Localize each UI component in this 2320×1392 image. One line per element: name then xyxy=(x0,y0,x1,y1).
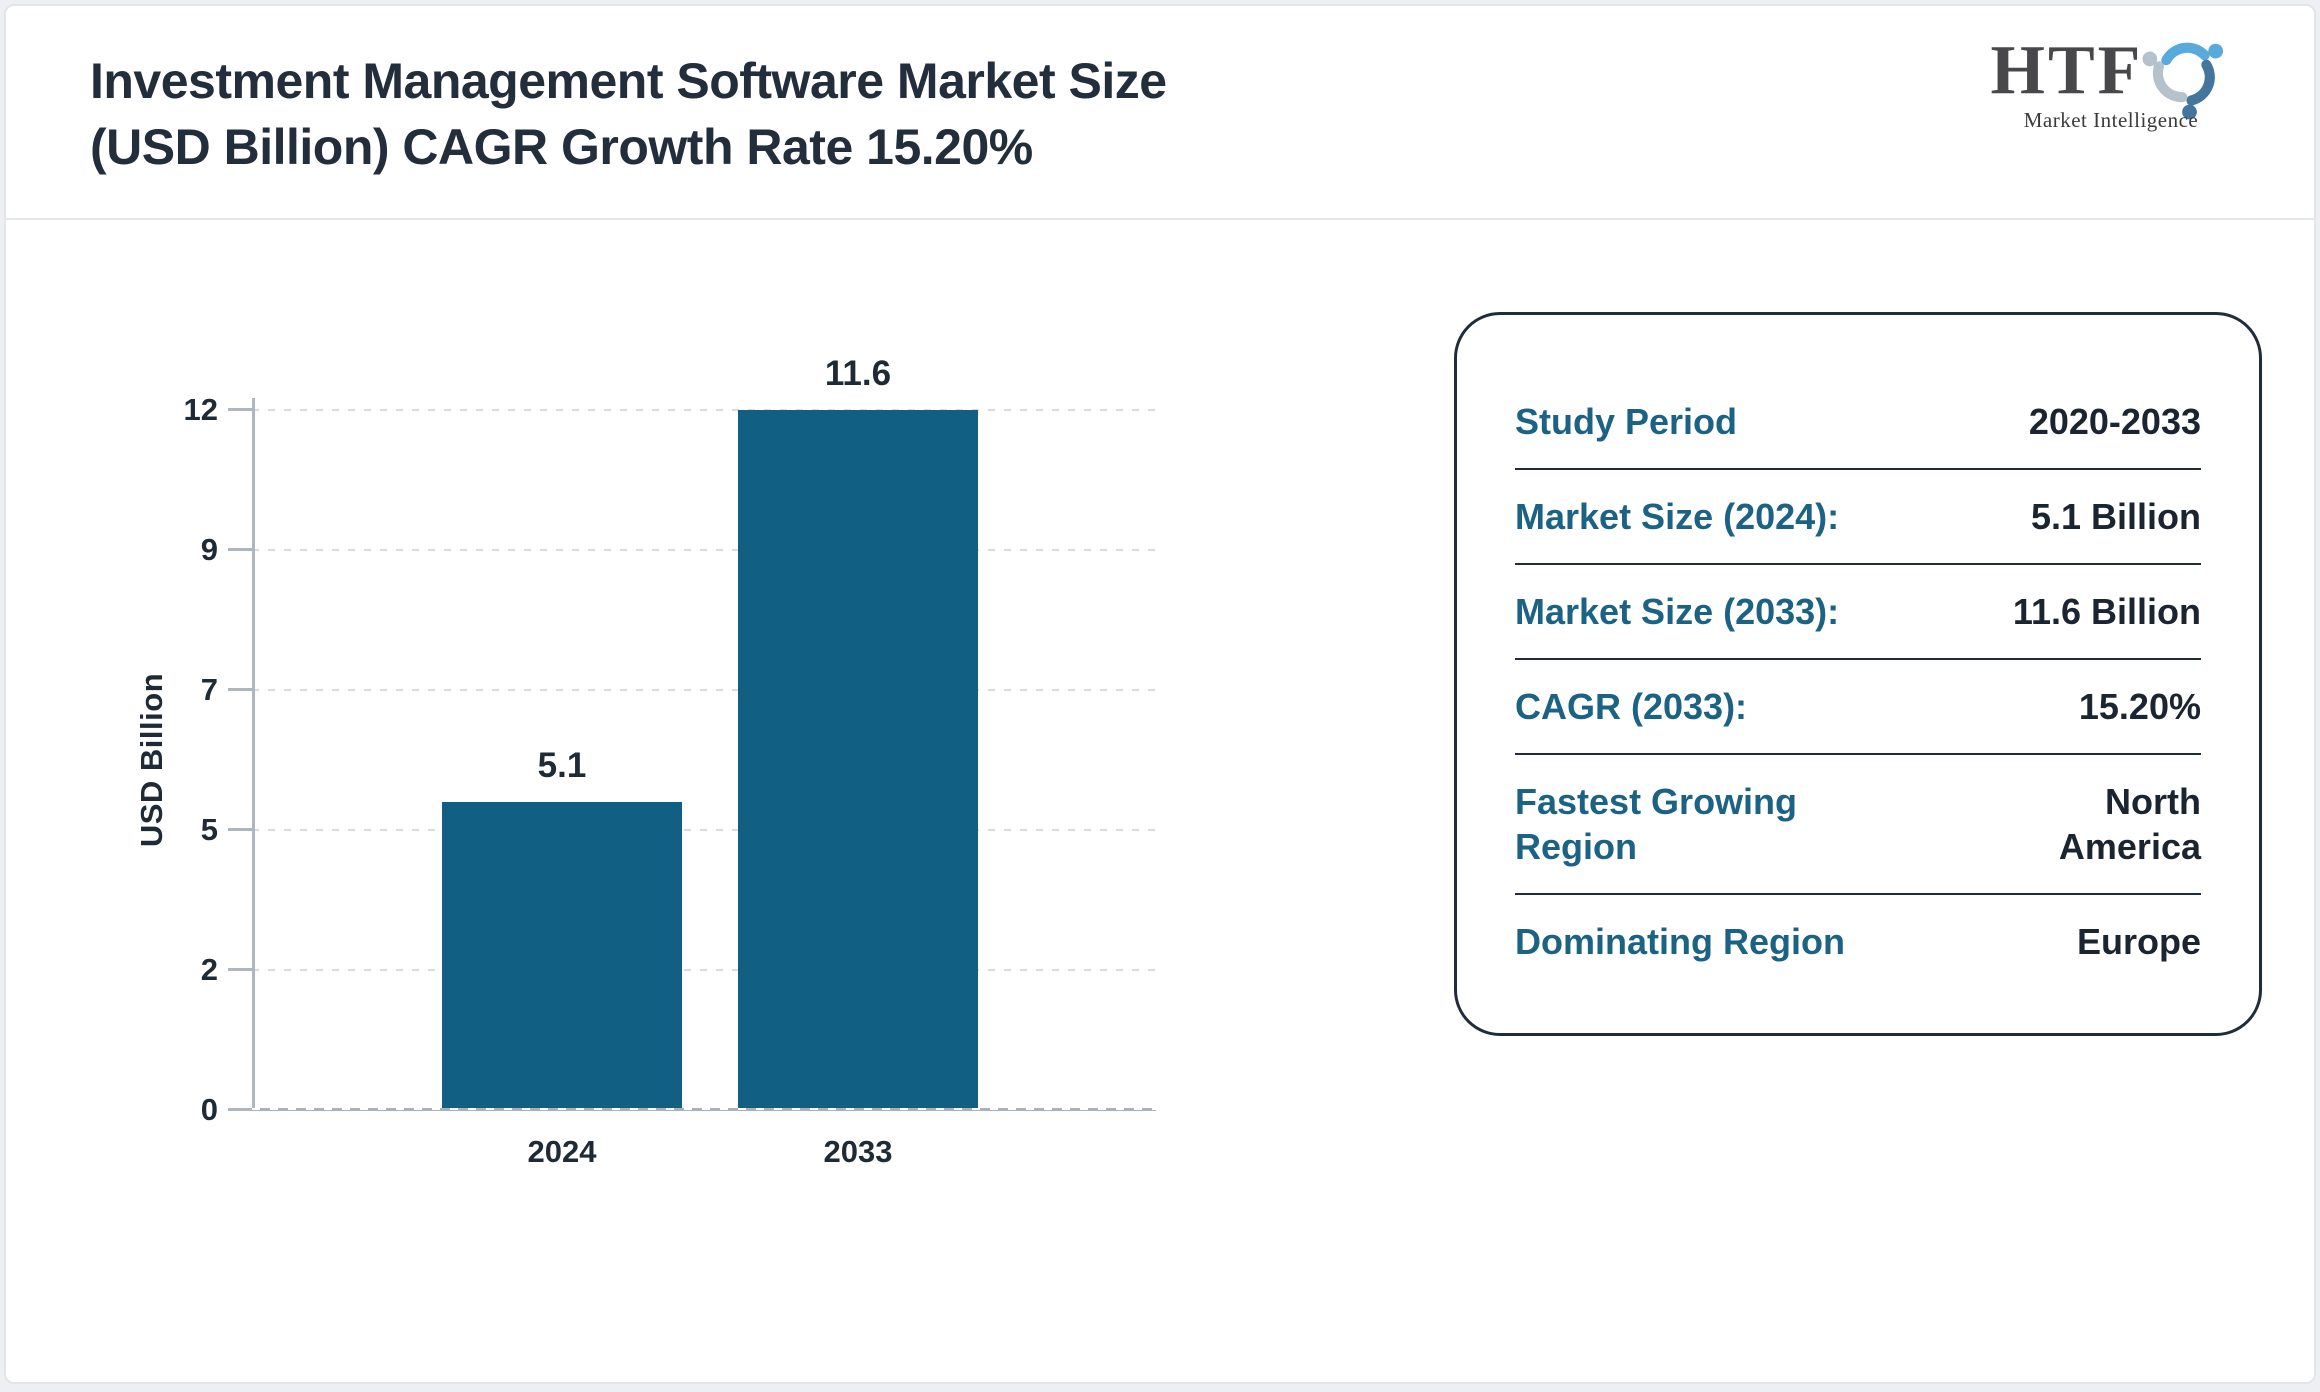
panel-row-label: Dominating Region xyxy=(1515,921,1845,962)
panel-row-value: North America xyxy=(2058,781,2201,867)
row-separator xyxy=(1515,893,2201,895)
gridline xyxy=(252,829,1156,831)
y-axis-title: USD Billion xyxy=(134,672,169,848)
panel-row-value: 11.6 Billion xyxy=(2012,591,2201,632)
info-panel: Study Period 2020-2033 Market Size (2024… xyxy=(1454,312,2262,1036)
page-title-line-2: (USD Billion) CAGR Growth Rate 15.20% xyxy=(90,119,1033,175)
panel-row-dominating-region: Dominating Region Europe xyxy=(1515,919,2201,964)
brand-logo-row: HTF xyxy=(1986,28,2236,120)
row-separator xyxy=(1515,753,2201,755)
y-tick-label: 12 xyxy=(183,392,218,427)
panel-row-label: Study Period xyxy=(1515,401,1738,442)
page-title-line-1: Investment Management Software Market Si… xyxy=(90,53,1167,109)
panel-row-market-size-2033: Market Size (2033): 11.6 Billion xyxy=(1515,589,2201,634)
bar-value-label-2033: 11.6 xyxy=(824,354,892,393)
x-axis-dashes xyxy=(252,1108,1156,1110)
bar-2033 xyxy=(738,410,978,1110)
y-tick xyxy=(228,688,252,691)
panel-row-value: 5.1 Billion xyxy=(2030,496,2201,537)
panel-row-market-size-2024: Market Size (2024): 5.1 Billion xyxy=(1515,494,2201,539)
panel-row-value: 2020-2033 xyxy=(2028,401,2201,442)
panel-row-label: Market Size (2024): xyxy=(1515,496,1840,537)
people-swirl-icon xyxy=(2142,42,2224,120)
y-axis-line xyxy=(252,398,255,1110)
gridline xyxy=(252,969,1156,971)
htf-logo-text: HTF xyxy=(1990,32,2144,109)
panel-row-label: Market Size (2033): xyxy=(1515,591,1840,632)
panel-row-label: CAGR (2033): xyxy=(1515,686,1748,727)
market-report-page: { "header": { "title_lines": [ "Investme… xyxy=(0,0,2320,1392)
row-separator xyxy=(1515,563,2201,565)
row-separator xyxy=(1515,468,2201,470)
bar-2024 xyxy=(442,802,682,1110)
y-tick xyxy=(228,548,252,551)
row-separator xyxy=(1515,658,2201,660)
report-card: Investment Management Software Market Si… xyxy=(4,4,2316,1384)
panel-row-cagr: CAGR (2033): 15.20% xyxy=(1515,684,2201,729)
panel-row-value: Europe xyxy=(2076,921,2201,962)
y-tick-label: 0 xyxy=(200,1092,218,1127)
y-tick xyxy=(228,1108,252,1111)
y-tick xyxy=(228,828,252,831)
gridline xyxy=(252,409,1156,411)
panel-row-label: Fastest Growing Region xyxy=(1515,781,1798,867)
y-tick xyxy=(228,968,252,971)
brand-logo: HTF Market Intelligence xyxy=(1986,28,2236,133)
gridline xyxy=(252,689,1156,691)
y-tick-label: 2 xyxy=(200,952,218,987)
header: Investment Management Software Market Si… xyxy=(6,6,2314,220)
bar-value-label-2024: 5.1 xyxy=(537,746,587,785)
bar-chart: 12 9 7 5 2 0 USD Billion 5.1 11.6 2024 2… xyxy=(134,354,1156,1169)
x-tick-label-2024: 2024 xyxy=(527,1134,597,1169)
panel-row-study-period: Study Period 2020-2033 xyxy=(1515,399,2201,444)
page-title: Investment Management Software Market Si… xyxy=(90,48,1167,180)
y-tick xyxy=(228,408,252,411)
x-tick-label-2033: 2033 xyxy=(823,1134,893,1169)
panel-row-fastest-growing-region: Fastest Growing Region North America xyxy=(1515,779,2201,869)
panel-row-value: 15.20% xyxy=(2078,686,2201,727)
y-tick-label: 9 xyxy=(200,532,218,567)
gridline xyxy=(252,549,1156,551)
